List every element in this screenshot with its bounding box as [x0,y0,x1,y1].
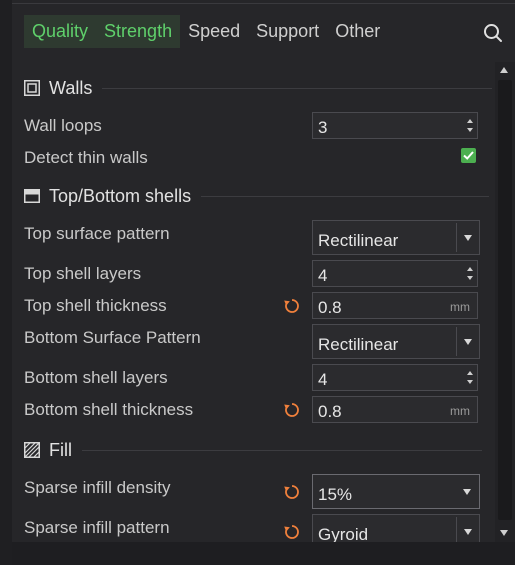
fill-icon [24,442,40,458]
bottom-shell-thickness-input[interactable]: 0.8 mm [312,396,478,423]
unit-label: mm [450,404,470,418]
active-tab-group: Quality Strength [24,15,181,48]
section-divider [102,87,493,89]
unit-label: mm [450,300,470,314]
settings-tabbar: Quality Strength Speed Support Other [24,15,388,48]
scroll-thumb[interactable] [498,80,512,520]
top-shell-thickness-input[interactable]: 0.8 mm [312,292,478,319]
settings-panel: Quality Strength Speed Support Other Wal… [0,0,515,565]
reset-icon[interactable] [283,523,301,541]
section-title: Fill [49,439,72,460]
reset-icon[interactable] [283,483,301,501]
sparse-infill-density-label: Sparse infill density [24,478,171,497]
wall-loops-value: 3 [318,118,328,137]
tab-support[interactable]: Support [248,15,327,48]
section-shells: Top/Bottom shells [24,185,490,207]
tab-quality[interactable]: Quality [24,15,97,48]
tab-other[interactable]: Other [327,15,388,48]
bottom-surface-pattern-label: Bottom Surface Pattern [24,328,201,347]
bottom-shell-thickness-value: 0.8 [318,402,342,421]
chevron-down-icon[interactable] [464,529,472,535]
walls-icon [24,80,40,96]
scroll-up-icon[interactable] [500,67,508,73]
reset-icon[interactable] [283,297,301,315]
top-shell-layers-label: Top shell layers [24,264,142,283]
top-surface-pattern-value: Rectilinear [318,231,399,250]
top-shell-layers-input[interactable]: 4 [312,260,478,287]
section-divider [201,195,490,197]
sparse-infill-density-value: 15% [318,485,353,504]
sparse-infill-pattern-value: Gyroid [318,525,369,542]
sparse-infill-density-select[interactable]: 15% [312,474,480,509]
bottom-surface-pattern-value: Rectilinear [318,335,399,354]
bottom-surface-pattern-select[interactable]: Rectilinear [312,324,480,359]
bottom-shell-layers-label: Bottom shell layers [24,368,168,387]
reset-icon[interactable] [283,401,301,419]
bottom-shell-layers-input[interactable]: 4 [312,364,478,391]
section-fill: Fill [24,439,482,461]
wall-loops-label: Wall loops [24,116,102,135]
spinner-arrows-icon[interactable] [466,265,474,282]
shells-icon [24,188,40,204]
top-shell-layers-value: 4 [318,266,328,285]
sparse-infill-pattern-label: Sparse infill pattern [24,518,170,537]
combo-separator [456,517,457,542]
tab-strength[interactable]: Strength [96,15,181,48]
top-shell-thickness-value: 0.8 [318,298,342,317]
wall-loops-input[interactable]: 3 [312,112,478,139]
search-icon[interactable] [482,22,504,44]
top-shell-thickness-label: Top shell thickness [24,296,167,315]
settings-content: Walls Wall loops 3 Detect thin walls Top… [12,62,495,542]
bottom-bar [12,542,515,565]
top-divider [12,3,515,4]
chevron-down-icon[interactable] [464,235,472,241]
top-surface-pattern-select[interactable]: Rectilinear [312,220,480,255]
tab-speed[interactable]: Speed [180,15,248,48]
vertical-scrollbar[interactable] [495,62,515,542]
section-walls: Walls [24,77,493,99]
checkmark-icon [463,151,474,160]
top-surface-pattern-label: Top surface pattern [24,224,170,243]
combo-separator [456,223,457,252]
bottom-shell-layers-value: 4 [318,370,328,389]
section-divider [82,449,482,451]
spinner-arrows-icon[interactable] [466,117,474,134]
chevron-down-icon[interactable] [463,489,471,495]
sparse-infill-pattern-select[interactable]: Gyroid [312,514,480,542]
section-title: Walls [49,77,93,98]
combo-separator [456,327,457,356]
left-border [0,0,12,565]
detect-thin-walls-label: Detect thin walls [24,148,148,167]
spinner-arrows-icon[interactable] [466,369,474,386]
scroll-down-icon[interactable] [500,530,508,536]
bottom-shell-thickness-label: Bottom shell thickness [24,400,194,419]
section-title: Top/Bottom shells [49,185,192,206]
detect-thin-walls-checkbox[interactable] [461,148,476,163]
chevron-down-icon[interactable] [464,339,472,345]
